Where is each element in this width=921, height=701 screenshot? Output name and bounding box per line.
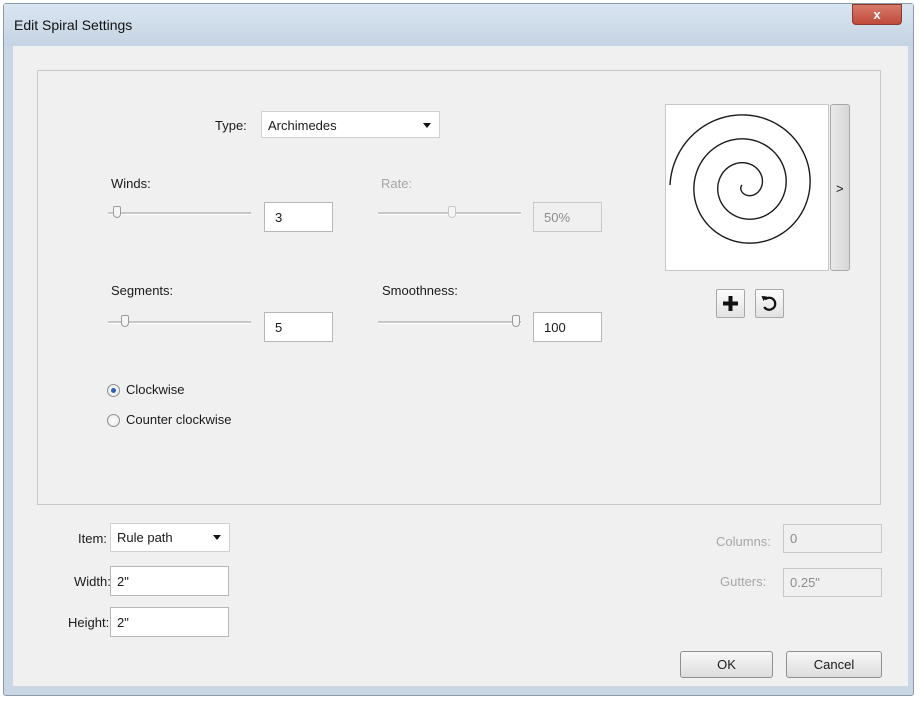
- ok-button[interactable]: OK: [680, 651, 773, 678]
- segments-slider-track[interactable]: [108, 321, 251, 324]
- chevron-down-icon: [213, 535, 221, 540]
- winds-label: Winds:: [111, 176, 151, 191]
- rotate-ccw-icon: [761, 296, 777, 311]
- dialog-title: Edit Spiral Settings: [14, 17, 133, 33]
- add-preset-button[interactable]: [716, 289, 745, 318]
- type-dropdown[interactable]: Archimedes: [261, 111, 440, 138]
- winds-input[interactable]: [264, 202, 333, 232]
- width-input[interactable]: [110, 566, 229, 596]
- clockwise-label[interactable]: Clockwise: [126, 382, 185, 397]
- close-button[interactable]: x: [852, 4, 902, 25]
- smoothness-label: Smoothness:: [382, 283, 458, 298]
- height-input[interactable]: [110, 607, 229, 637]
- rate-slider-thumb: [448, 206, 456, 218]
- height-label: Height:: [68, 615, 110, 630]
- chevron-right-icon: >: [836, 181, 844, 196]
- spiral-graphic: [669, 114, 811, 244]
- columns-label: Columns:: [716, 534, 771, 549]
- gutters-input: [783, 568, 882, 597]
- cancel-button[interactable]: Cancel: [786, 651, 882, 678]
- smoothness-slider-thumb[interactable]: [512, 315, 520, 327]
- type-label: Type:: [215, 118, 247, 133]
- columns-input: [783, 524, 882, 553]
- winds-slider-track[interactable]: [108, 212, 251, 215]
- title-bar[interactable]: [4, 4, 913, 46]
- rate-label: Rate:: [381, 176, 413, 191]
- chevron-down-icon: [423, 123, 431, 128]
- plus-icon: [723, 296, 738, 311]
- segments-label: Segments:: [111, 283, 174, 298]
- smoothness-input[interactable]: [533, 312, 602, 342]
- type-value: Archimedes: [268, 118, 337, 133]
- segments-input[interactable]: [264, 312, 333, 342]
- item-value: Rule path: [117, 530, 173, 545]
- spiral-preview: [665, 104, 829, 271]
- width-label: Width:: [74, 574, 111, 589]
- item-label: Item:: [78, 531, 107, 546]
- winds-slider-thumb[interactable]: [113, 206, 121, 218]
- item-dropdown[interactable]: Rule path: [110, 523, 230, 552]
- gutters-label: Gutters:: [720, 574, 767, 589]
- clockwise-radio[interactable]: [107, 384, 120, 397]
- reset-button[interactable]: [755, 289, 784, 318]
- rate-input: [533, 202, 602, 232]
- expand-preview-button[interactable]: >: [830, 104, 850, 271]
- counter-clockwise-radio[interactable]: [107, 414, 120, 427]
- segments-slider-thumb[interactable]: [121, 315, 129, 327]
- smoothness-slider-track[interactable]: [378, 321, 521, 324]
- counter-clockwise-label[interactable]: Counter clockwise: [126, 412, 232, 427]
